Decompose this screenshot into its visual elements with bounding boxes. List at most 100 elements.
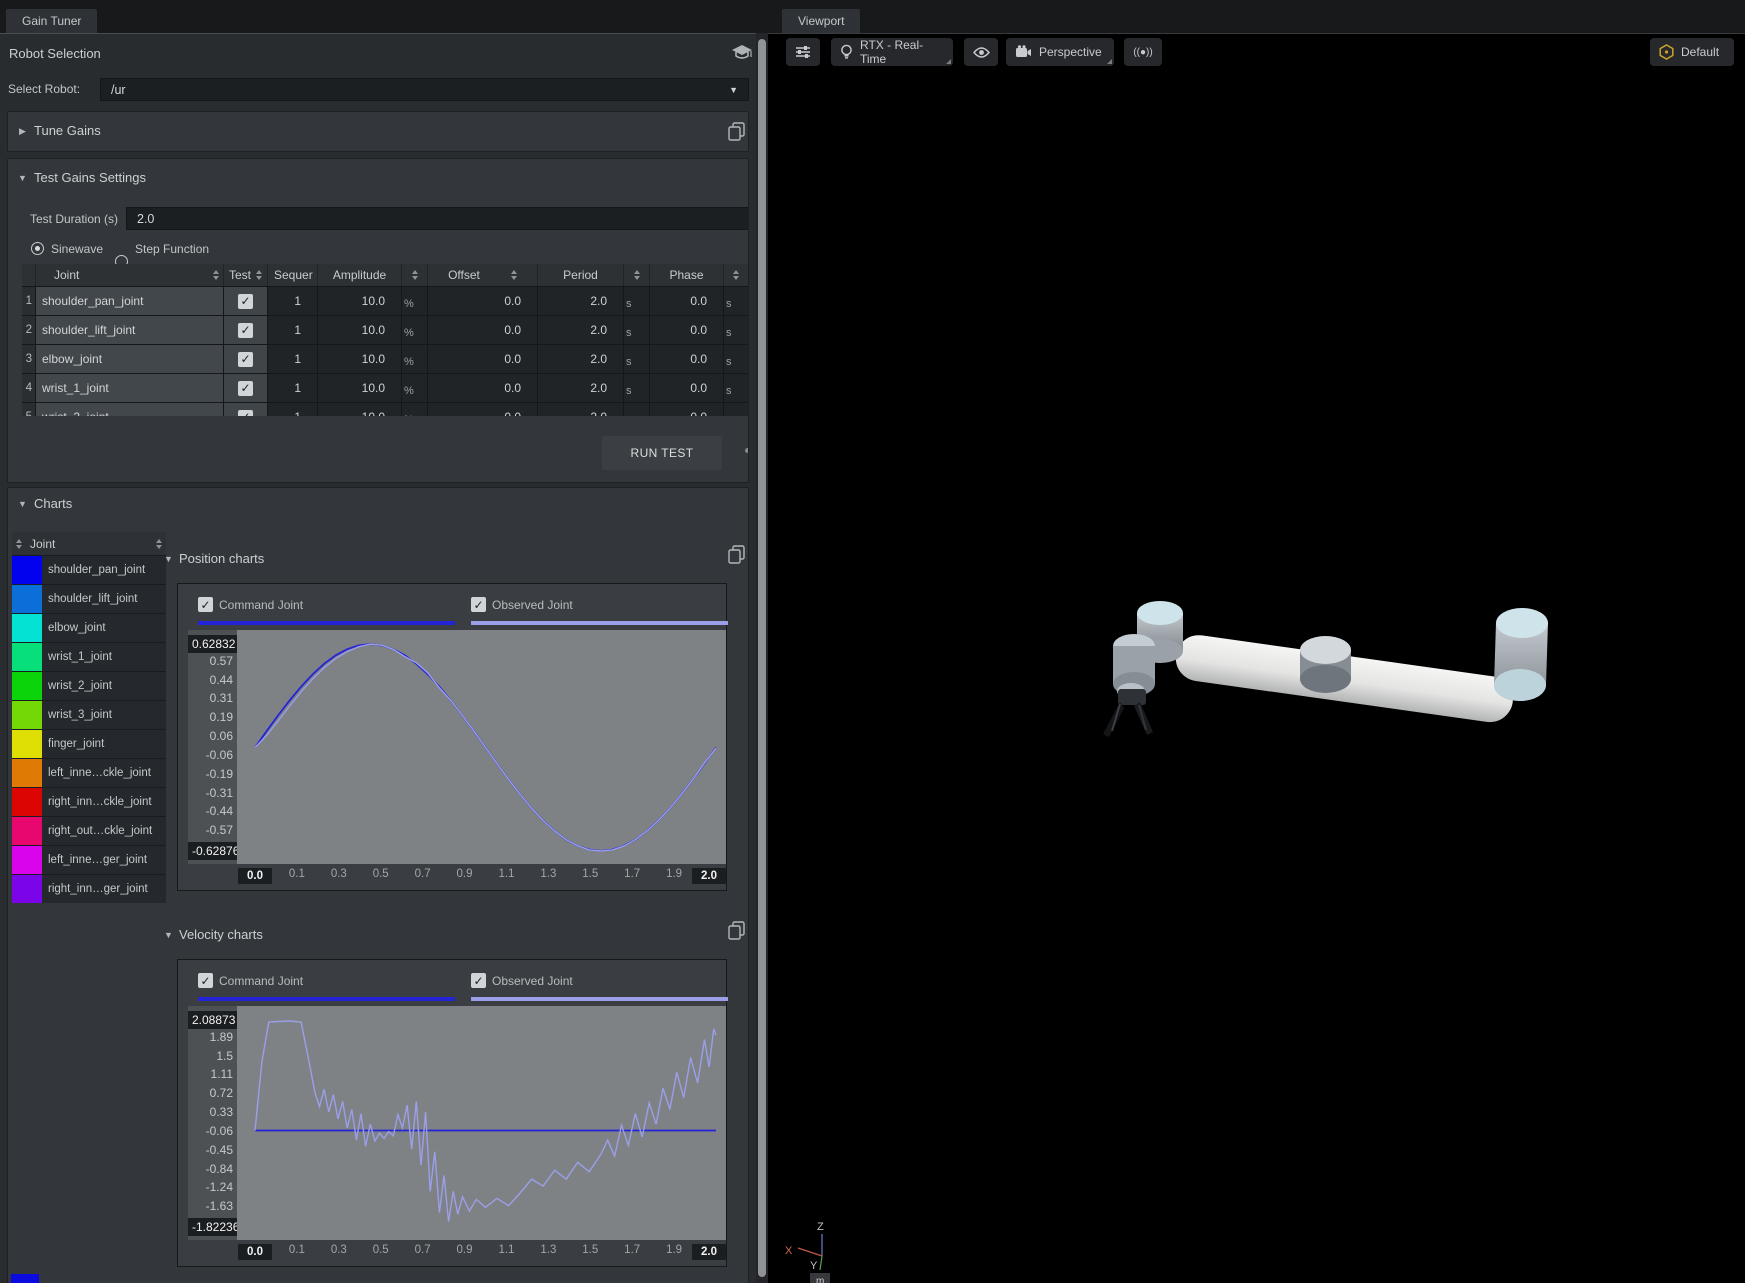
cell-offset[interactable]: 0.0 xyxy=(428,316,538,344)
scrollbar-thumb[interactable] xyxy=(758,39,766,1277)
cell-period[interactable]: 2.0 xyxy=(538,374,624,402)
cell-test[interactable]: ✓ xyxy=(224,345,268,373)
joint-legend-row[interactable]: left_inne…ger_joint xyxy=(12,845,166,874)
sort-icon[interactable] xyxy=(733,270,739,280)
observed-joint-checkbox[interactable]: ✓ xyxy=(471,597,486,612)
collapse-down-icon[interactable]: ▼ xyxy=(164,554,173,564)
header-phase[interactable]: Phase xyxy=(650,264,724,286)
sort-icon[interactable] xyxy=(634,270,640,280)
collapse-right-icon[interactable]: ▶ xyxy=(19,126,26,137)
sort-icon[interactable] xyxy=(213,270,219,280)
header-period-sort[interactable] xyxy=(624,264,650,286)
header-offset[interactable]: Offset xyxy=(428,264,538,286)
cell-sequence[interactable]: 1 xyxy=(268,345,318,373)
cell-period[interactable]: 2.0 xyxy=(538,287,624,315)
sort-icon[interactable] xyxy=(16,539,22,549)
header-sequence[interactable]: Sequer xyxy=(268,264,318,286)
cell-phase[interactable]: 0.0 xyxy=(650,403,724,416)
cell-joint[interactable]: wrist_2_joint xyxy=(36,403,224,416)
position-charts-header[interactable]: Position charts xyxy=(179,551,264,566)
collapse-down-icon[interactable]: ▼ xyxy=(18,499,27,509)
tune-gains-header[interactable]: Tune Gains xyxy=(34,123,101,138)
cell-phase[interactable]: 0.0 xyxy=(650,287,724,315)
charts-header[interactable]: Charts xyxy=(34,496,72,511)
cell-amplitude[interactable]: 10.0 xyxy=(318,374,402,402)
cell-joint[interactable]: wrist_1_joint xyxy=(36,374,224,402)
copy-velocity-chart-icon[interactable] xyxy=(727,920,746,941)
cell-offset[interactable]: 0.0 xyxy=(428,345,538,373)
joint-legend-row[interactable]: shoulder_lift_joint xyxy=(12,584,166,613)
test-checkbox[interactable]: ✓ xyxy=(238,323,253,338)
test-gains-header[interactable]: Test Gains Settings xyxy=(34,170,146,185)
header-amplitude-sort[interactable] xyxy=(402,264,428,286)
header-amplitude[interactable]: Amplitude xyxy=(318,264,402,286)
chart-joint-table-header[interactable]: Joint xyxy=(12,532,166,555)
joint-legend-row[interactable]: right_inn…ckle_joint xyxy=(12,787,166,816)
viewport-canvas[interactable]: RTX - Real-Time xyxy=(768,33,1745,1283)
command-joint-checkbox[interactable]: ✓ xyxy=(198,973,213,988)
velocity-plot-area[interactable] xyxy=(237,1006,726,1240)
tab-gain-tuner[interactable]: Gain Tuner xyxy=(6,9,97,33)
cell-test[interactable]: ✓ xyxy=(224,374,268,402)
joint-legend-row[interactable]: left_inne…ckle_joint xyxy=(12,758,166,787)
test-duration-input[interactable]: 2.0 xyxy=(126,207,749,230)
graduation-cap-icon[interactable] xyxy=(731,44,753,67)
cell-period[interactable]: 2.0 xyxy=(538,345,624,373)
copy-position-chart-icon[interactable] xyxy=(727,544,746,565)
header-phase-sort[interactable] xyxy=(724,264,749,286)
robot-select-dropdown[interactable]: /ur ▼ xyxy=(100,78,749,101)
sort-icon[interactable] xyxy=(511,270,517,280)
joint-legend-row[interactable]: wrist_2_joint xyxy=(12,671,166,700)
joint-legend-row[interactable]: wrist_3_joint xyxy=(12,700,166,729)
cell-period[interactable]: 2.0 xyxy=(538,316,624,344)
cell-phase[interactable]: 0.0 xyxy=(650,374,724,402)
cell-sequence[interactable]: 1 xyxy=(268,374,318,402)
sort-icon[interactable] xyxy=(256,270,262,280)
sort-icon[interactable] xyxy=(412,270,418,280)
cell-period[interactable]: 2.0 xyxy=(538,403,624,416)
cell-joint[interactable]: shoulder_pan_joint xyxy=(36,287,224,315)
cell-phase[interactable]: 0.0 xyxy=(650,316,724,344)
cell-sequence[interactable]: 1 xyxy=(268,316,318,344)
joint-legend-row[interactable]: right_out…ckle_joint xyxy=(12,816,166,845)
joint-legend-row[interactable]: wrist_1_joint xyxy=(12,642,166,671)
collapse-down-icon[interactable]: ▼ xyxy=(164,930,173,940)
cell-joint[interactable]: elbow_joint xyxy=(36,345,224,373)
velocity-charts-header[interactable]: Velocity charts xyxy=(179,927,263,942)
command-joint-checkbox[interactable]: ✓ xyxy=(198,597,213,612)
test-checkbox[interactable]: ✓ xyxy=(238,410,253,417)
observed-joint-checkbox[interactable]: ✓ xyxy=(471,973,486,988)
joint-legend-row[interactable]: shoulder_pan_joint xyxy=(12,555,166,584)
tab-viewport[interactable]: Viewport xyxy=(782,9,860,33)
cell-phase[interactable]: 0.0 xyxy=(650,345,724,373)
joint-legend-row[interactable]: elbow_joint xyxy=(12,613,166,642)
cell-amplitude[interactable]: 10.0 xyxy=(318,287,402,315)
cell-joint[interactable]: shoulder_lift_joint xyxy=(36,316,224,344)
cell-test[interactable]: ✓ xyxy=(224,403,268,416)
sort-icon[interactable] xyxy=(156,539,162,549)
cell-sequence[interactable]: 1 xyxy=(268,287,318,315)
collapse-down-icon[interactable]: ▼ xyxy=(18,173,27,183)
cell-sequence[interactable]: 1 xyxy=(268,403,318,416)
cell-amplitude[interactable]: 10.0 xyxy=(318,316,402,344)
header-test[interactable]: Test xyxy=(224,264,268,286)
cell-test[interactable]: ✓ xyxy=(224,287,268,315)
test-checkbox[interactable]: ✓ xyxy=(238,294,253,309)
header-joint[interactable]: Joint xyxy=(36,264,224,286)
cell-amplitude[interactable]: 10.0 xyxy=(318,345,402,373)
joint-legend-row[interactable]: right_inn…ger_joint xyxy=(12,874,166,903)
cell-offset[interactable]: 0.0 xyxy=(428,403,538,416)
panel-scrollbar[interactable] xyxy=(756,33,768,1283)
test-checkbox[interactable]: ✓ xyxy=(238,352,253,367)
header-period[interactable]: Period xyxy=(538,264,624,286)
run-test-button[interactable]: RUN TEST xyxy=(602,436,722,470)
cell-test[interactable]: ✓ xyxy=(224,316,268,344)
cell-offset[interactable]: 0.0 xyxy=(428,374,538,402)
position-plot-area[interactable] xyxy=(237,630,726,864)
sinewave-radio[interactable] xyxy=(31,242,44,255)
test-checkbox[interactable]: ✓ xyxy=(238,381,253,396)
cell-amplitude[interactable]: 10.0 xyxy=(318,403,402,416)
joint-legend-row[interactable]: finger_joint xyxy=(12,729,166,758)
cell-offset[interactable]: 0.0 xyxy=(428,287,538,315)
copy-gains-icon[interactable] xyxy=(727,121,746,142)
